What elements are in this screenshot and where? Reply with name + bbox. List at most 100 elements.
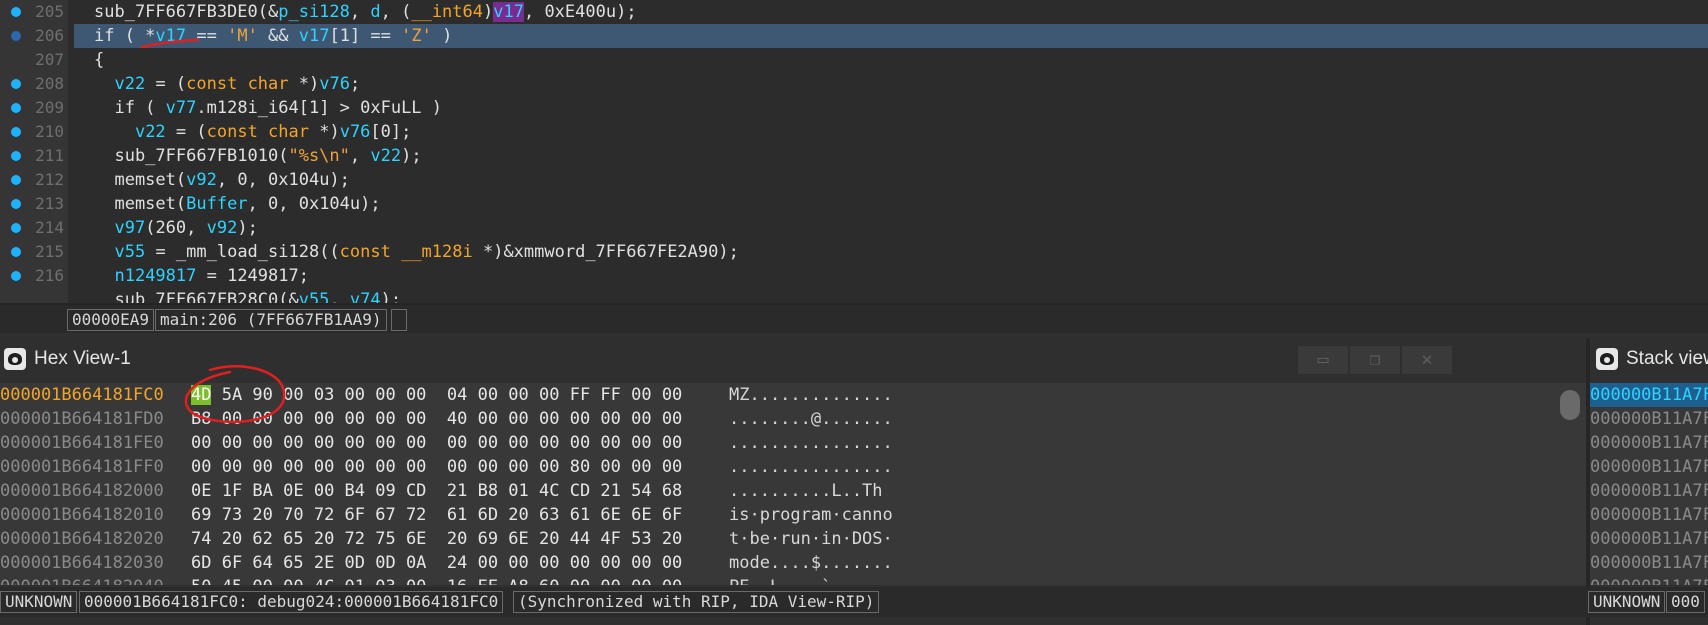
hex-address[interactable]: 000001B664182040 [0,575,164,585]
breakpoint-dot-icon[interactable] [11,31,21,41]
hex-byte[interactable]: 69 [191,505,211,525]
hex-byte[interactable]: B8 [191,409,211,429]
code-text[interactable]: sub_7FF667FB28C0(&v55, v74); [94,288,401,303]
hex-bytes[interactable]: 4D 5A 90 00 03 00 00 00 04 00 00 00 FF F… [191,383,682,407]
hex-bytes[interactable]: 00 00 00 00 00 00 00 00 00 00 00 00 80 0… [191,455,682,479]
restore-window-icon[interactable]: ❐ [1350,346,1400,374]
code-text[interactable]: if ( v77.m128i_i64[1] > 0xFuLL ) [94,96,442,120]
stack-row[interactable]: 000000B11A7F [1590,383,1708,407]
hex-scrollbar-thumb[interactable] [1560,390,1580,420]
hex-address[interactable]: 000001B664181FC0 [0,383,164,407]
code-line-current[interactable]: 206 if ( *v17 == 'M' && v17[1] == 'Z' ) [0,24,1708,48]
hex-bytes[interactable]: 69 73 20 70 72 6F 67 72 61 6D 20 63 61 6… [191,503,682,527]
hex-byte[interactable]: 74 [191,529,211,549]
hex-bytes[interactable]: 50 45 00 00 4C 01 03 00 16 EE A8 60 00 0… [191,575,682,585]
hex-row[interactable]: 000001B664182010 69 73 20 70 72 6F 67 72 … [0,503,1555,527]
code-line[interactable]: 211 sub_7FF667FB1010("%s\n", v22); [0,144,1708,168]
hex-address[interactable]: 000001B664182030 [0,551,164,575]
stack-row[interactable]: 000000B11A7F [1590,575,1708,585]
hex-bytes-rest[interactable]: 73 20 70 72 6F 67 72 61 6D 20 63 61 6E 6… [211,505,683,525]
hex-bytes-rest[interactable]: 5A 90 00 03 00 00 00 04 00 00 00 FF FF 0… [211,385,683,405]
hex-bytes-rest[interactable]: 1F BA 0E 00 B4 09 CD 21 B8 01 4C CD 21 5… [211,481,683,501]
code-line[interactable]: 212 memset(v92, 0, 0x104u); [0,168,1708,192]
hex-address[interactable]: 000001B664181FE0 [0,431,164,455]
breakpoint-dot-icon[interactable] [11,7,21,17]
hex-bytes[interactable]: B8 00 00 00 00 00 00 00 40 00 00 00 00 0… [191,407,682,431]
breakpoint-dot-icon[interactable] [11,103,21,113]
hex-row[interactable]: 000001B664181FC0 4D 5A 90 00 03 00 00 00 … [0,383,1555,407]
hex-address[interactable]: 000001B664182000 [0,479,164,503]
hex-bytes-rest[interactable]: 45 00 00 4C 01 03 00 16 EE A8 60 00 00 0… [211,577,683,585]
hex-byte[interactable]: 6D [191,553,211,573]
hex-address[interactable]: 000001B664181FD0 [0,407,164,431]
stack-row[interactable]: 000000B11A7F [1590,503,1708,527]
breakpoint-dot-icon[interactable] [11,127,21,137]
hex-row[interactable]: 000001B664182000 0E 1F BA 0E 00 B4 09 CD … [0,479,1555,503]
code-line[interactable]: 207 { [0,48,1708,72]
breakpoint-dot-icon[interactable] [11,271,21,281]
hex-bytes[interactable]: 0E 1F BA 0E 00 B4 09 CD 21 B8 01 4C CD 2… [191,479,682,503]
code-text[interactable]: v55 = _mm_load_si128((const __m128i *)&x… [94,240,738,264]
hex-ascii[interactable]: is·program·canno [729,503,893,527]
hex-byte[interactable]: 00 [191,457,211,477]
code-line[interactable]: 216 n1249817 = 1249817; [0,264,1708,288]
breakpoint-dot-icon[interactable] [11,175,21,185]
hex-ascii[interactable]: ................ [729,431,893,455]
code-line[interactable]: 214 v97(260, v92); [0,216,1708,240]
code-line[interactable]: 210 v22 = (const char *)v76[0]; [0,120,1708,144]
pseudocode-view[interactable]: 205 sub_7FF667FB3DE0(&p_si128, d, (__int6… [0,0,1708,303]
hex-address[interactable]: 000001B664181FF0 [0,455,164,479]
hex-ascii[interactable]: ................ [729,455,893,479]
hex-bytes[interactable]: 00 00 00 00 00 00 00 00 00 00 00 00 00 0… [191,431,682,455]
code-text[interactable]: n1249817 = 1249817; [94,264,308,288]
stack-dump[interactable]: 000000B11A7F 000000B11A7F 000000B11A7F 0000… [1590,383,1708,585]
hex-bytes-rest[interactable]: 00 00 00 00 00 00 00 00 00 00 00 00 00 0… [211,433,683,453]
stack-row[interactable]: 000000B11A7F [1590,407,1708,431]
code-lines[interactable]: 205 sub_7FF667FB3DE0(&p_si128, d, (__int6… [0,0,1708,303]
code-line[interactable]: 213 memset(Buffer, 0, 0x104u); [0,192,1708,216]
code-text[interactable]: v22 = (const char *)v76; [94,72,360,96]
breakpoint-dot-icon[interactable] [11,151,21,161]
hex-row[interactable]: 000001B664181FE0 00 00 00 00 00 00 00 00 … [0,431,1555,455]
hex-byte[interactable]: 00 [191,433,211,453]
code-text[interactable]: memset(v92, 0, 0x104u); [94,168,349,192]
hex-row[interactable]: 000001B664181FD0 B8 00 00 00 00 00 00 00 … [0,407,1555,431]
stack-row[interactable]: 000000B11A7F [1590,455,1708,479]
close-icon[interactable]: ✕ [1402,346,1452,374]
hex-row[interactable]: 000001B664182030 6D 6F 64 65 2E 0D 0D 0A … [0,551,1555,575]
hex-view-titlebar[interactable]: Hex View-1 ▭ ❐ ✕ [0,338,1588,380]
hex-bytes-rest[interactable]: 00 00 00 00 00 00 00 00 00 00 00 80 00 0… [211,457,683,477]
stack-row[interactable]: 000000B11A7F [1590,551,1708,575]
stack-view-titlebar[interactable]: Stack view [1588,338,1708,380]
breakpoint-dot-icon[interactable] [11,223,21,233]
code-text[interactable]: memset(Buffer, 0, 0x104u); [94,192,380,216]
hex-byte-cursor[interactable]: 4D [191,385,212,405]
code-text[interactable]: if ( *v17 == 'M' && v17[1] == 'Z' ) [94,24,452,48]
code-line[interactable]: sub_7FF667FB28C0(&v55, v74); [0,288,1708,303]
breakpoint-dot-icon[interactable] [11,247,21,257]
code-text[interactable]: { [94,48,104,72]
hex-dump[interactable]: 000001B664181FC0 4D 5A 90 00 03 00 00 00 … [0,383,1555,585]
code-text[interactable]: v22 = (const char *)v76[0]; [94,120,411,144]
hex-ascii[interactable]: ........@....... [729,407,893,431]
hex-ascii[interactable]: MZ.............. [729,383,893,407]
stack-row[interactable]: 000000B11A7F [1590,431,1708,455]
hex-byte[interactable]: 50 [191,577,211,585]
float-window-icon[interactable]: ▭ [1298,346,1348,374]
stack-row[interactable]: 000000B11A7F [1590,527,1708,551]
code-line[interactable]: 205 sub_7FF667FB3DE0(&p_si128, d, (__int6… [0,0,1708,24]
hex-ascii[interactable]: t·be·run·in·DOS· [729,527,893,551]
code-text[interactable]: sub_7FF667FB3DE0(&p_si128, d, (__int64)v… [94,0,637,24]
hex-ascii[interactable]: mode....$....... [729,551,893,575]
code-text[interactable]: sub_7FF667FB1010("%s\n", v22); [94,144,421,168]
breakpoint-dot-icon[interactable] [11,79,21,89]
hex-address[interactable]: 000001B664182020 [0,527,164,551]
hex-bytes-rest[interactable]: 20 62 65 20 72 75 6E 20 69 6E 20 44 4F 5… [211,529,683,549]
hex-row[interactable]: 000001B664182040 50 45 00 00 4C 01 03 00 … [0,575,1555,585]
hex-bytes[interactable]: 6D 6F 64 65 2E 0D 0D 0A 24 00 00 00 00 0… [191,551,682,575]
hex-address[interactable]: 000001B664182010 [0,503,164,527]
hex-bytes[interactable]: 74 20 62 65 20 72 75 6E 20 69 6E 20 44 4… [191,527,682,551]
breakpoint-dot-icon[interactable] [11,199,21,209]
hex-byte[interactable]: 0E [191,481,211,501]
hex-bytes-rest[interactable]: 6F 64 65 2E 0D 0D 0A 24 00 00 00 00 00 0… [211,553,683,573]
